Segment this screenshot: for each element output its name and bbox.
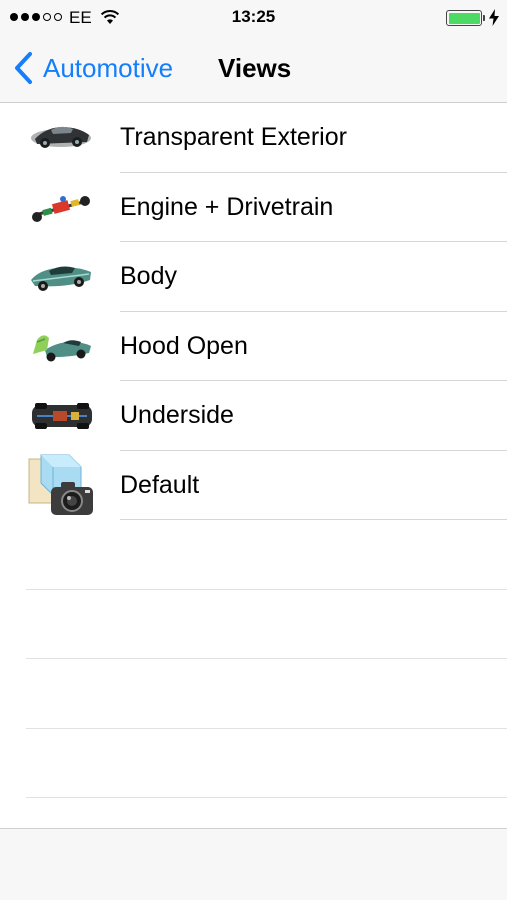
view-label: Transparent Exterior (120, 123, 347, 151)
navigation-bar: Automotive Views (0, 36, 507, 103)
view-label: Body (120, 262, 177, 290)
view-row-transparent-exterior[interactable]: Transparent Exterior (0, 103, 507, 173)
back-button[interactable]: Automotive (12, 51, 173, 85)
view-label: Underside (120, 401, 234, 429)
clock: 13:25 (231, 7, 276, 26)
page-title: Views (218, 53, 292, 83)
view-row-body[interactable]: Body (0, 242, 507, 312)
view-row-default[interactable]: Default (0, 451, 507, 520)
empty-row-separator (26, 797, 507, 798)
underside-thumbnail (32, 403, 92, 429)
bottom-toolbar (0, 828, 507, 900)
hood-open-thumbnail (33, 334, 91, 361)
drivetrain-thumbnail (32, 195, 90, 222)
camera-cube-icon (28, 454, 93, 515)
car-body-thumbnail (31, 266, 91, 291)
view-row-underside[interactable]: Underside (0, 381, 507, 451)
chevron-left-icon (15, 52, 32, 84)
view-label: Default (120, 470, 200, 499)
status-bar: EE 13:25 (0, 0, 507, 36)
transparent-car-thumbnail (31, 126, 91, 148)
view-label: Engine + Drivetrain (120, 192, 334, 221)
views-list: Transparent Exterior Engine + Drivetrain… (0, 103, 507, 520)
empty-row-separator (26, 728, 507, 729)
empty-row-separator (26, 589, 507, 590)
charging-bolt-icon (489, 9, 499, 26)
battery-icon (446, 10, 485, 26)
back-button-label: Automotive (43, 53, 174, 83)
view-label: Hood Open (120, 331, 248, 360)
view-row-hood-open[interactable]: Hood Open (0, 312, 507, 381)
view-row-engine-drivetrain[interactable]: Engine + Drivetrain (0, 173, 507, 242)
row-separator (120, 519, 507, 520)
empty-row-separator (26, 658, 507, 659)
